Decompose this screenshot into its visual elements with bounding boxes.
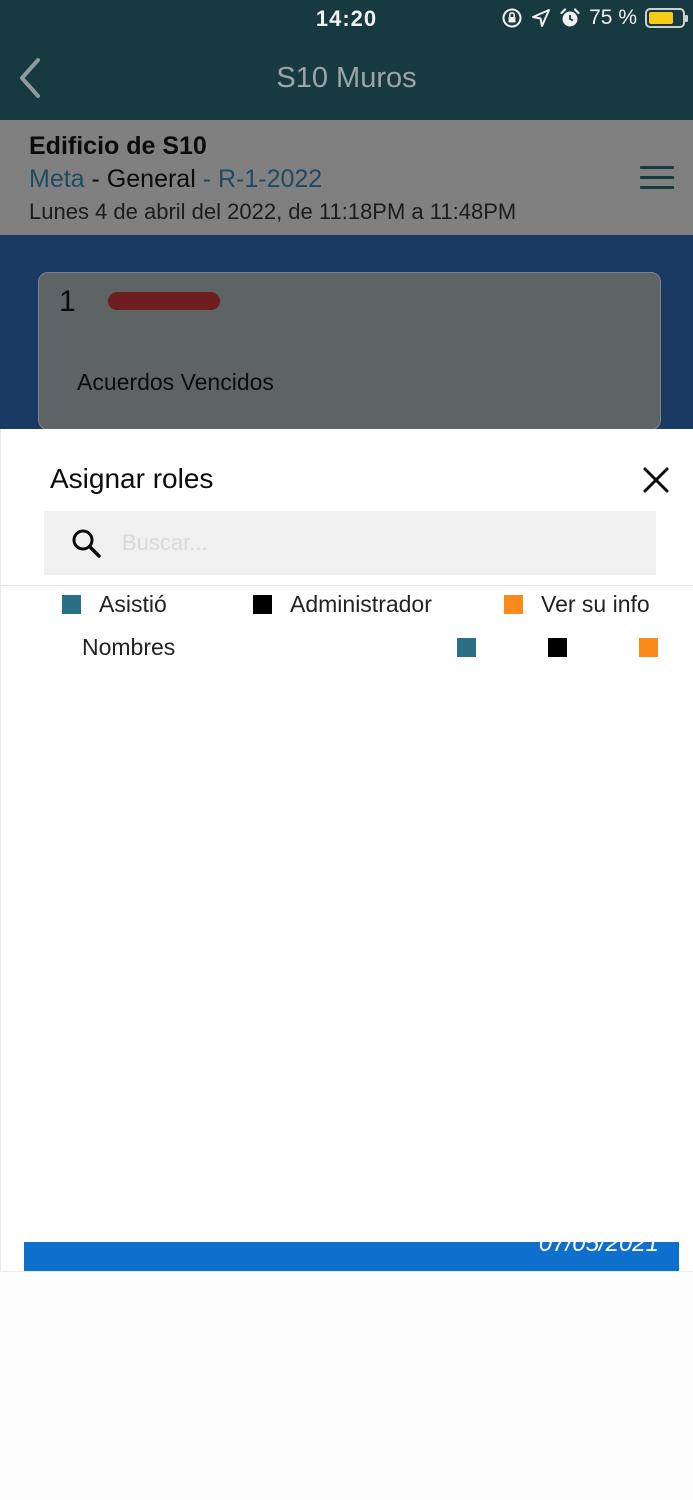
legend-label: Ver su info bbox=[541, 591, 650, 617]
close-icon[interactable] bbox=[639, 463, 673, 497]
navigation-bar: S10 Muros bbox=[0, 40, 693, 120]
battery-icon bbox=[645, 8, 688, 28]
admin-swatch bbox=[253, 595, 272, 614]
building-name: Edificio de S10 bbox=[29, 132, 207, 160]
card-count: 1 bbox=[59, 285, 76, 318]
strip-date: 07/05/2021 bbox=[538, 1242, 659, 1257]
meeting-subtitle: Meta - General - R-1-2022 bbox=[29, 165, 322, 194]
legend-view-info: Ver su info bbox=[504, 591, 650, 618]
meeting-type: Meta bbox=[29, 165, 85, 193]
divider bbox=[1, 585, 693, 586]
names-column-header: Nombres bbox=[82, 634, 176, 660]
status-icons: 75 % bbox=[501, 6, 688, 30]
list-item-strip: 07/05/2021 bbox=[24, 1242, 679, 1271]
battery-percent: 75 % bbox=[589, 6, 637, 29]
legend-admin: Administrador bbox=[253, 591, 432, 618]
search-box bbox=[44, 511, 656, 575]
sheet-title: Asignar roles bbox=[50, 463, 214, 494]
attended-swatch bbox=[62, 595, 81, 614]
assign-roles-sheet: Asignar roles Asistió Administrador Ver … bbox=[0, 429, 693, 1271]
status-bar: 14:20 75 % bbox=[0, 0, 693, 40]
meeting-header: Edificio de S10 Meta - General - R-1-202… bbox=[0, 120, 693, 235]
subtitle-separator: - bbox=[84, 165, 107, 193]
meeting-scope: General bbox=[106, 165, 196, 193]
meeting-code: - R-1-2022 bbox=[195, 165, 323, 193]
admin-column-swatch bbox=[548, 638, 567, 657]
page-title: S10 Muros bbox=[276, 62, 417, 94]
attended-column-swatch bbox=[457, 638, 476, 657]
rotation-lock-icon bbox=[502, 8, 522, 28]
overdue-agreements-card[interactable]: 1 Acuerdos Vencidos bbox=[38, 272, 661, 430]
view-info-swatch bbox=[504, 595, 523, 614]
legend-attended: Asistió bbox=[62, 591, 167, 618]
battery-level bbox=[649, 12, 673, 24]
bottom-area bbox=[0, 1271, 693, 1500]
search-input[interactable] bbox=[122, 511, 642, 575]
alarm-icon bbox=[560, 8, 580, 27]
redacted-bar bbox=[108, 292, 220, 310]
legend-label: Asistió bbox=[99, 591, 167, 617]
legend-label: Administrador bbox=[290, 591, 432, 617]
view-info-column-swatch bbox=[639, 638, 658, 657]
meeting-date: Lunes 4 de abril del 2022, de 11:18PM a … bbox=[29, 199, 517, 224]
search-icon bbox=[72, 529, 101, 558]
hamburger-menu-icon[interactable] bbox=[640, 166, 674, 190]
card-label: Acuerdos Vencidos bbox=[77, 369, 274, 395]
location-arrow-icon bbox=[532, 9, 551, 27]
